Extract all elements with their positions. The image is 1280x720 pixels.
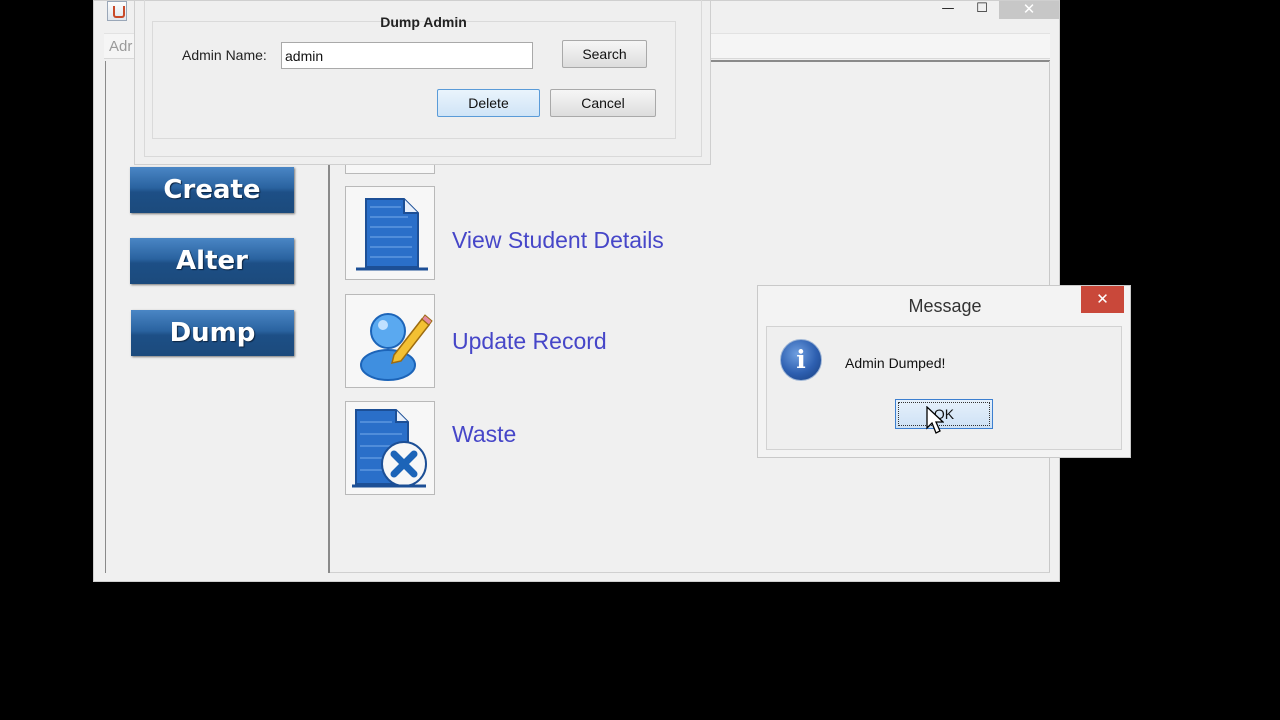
waste-link[interactable]: Waste xyxy=(452,421,516,448)
view-student-tile[interactable] xyxy=(345,186,435,280)
message-title: Message xyxy=(908,296,982,316)
search-button[interactable]: Search xyxy=(562,40,647,68)
dialog-title: Dump Admin xyxy=(380,14,467,30)
close-window-button[interactable]: ✕ xyxy=(999,1,1059,19)
update-record-link[interactable]: Update Record xyxy=(452,328,607,355)
admin-fieldset xyxy=(152,21,676,139)
maximize-button[interactable]: ☐ xyxy=(965,1,999,19)
document-delete-icon xyxy=(352,409,427,488)
dump-admin-dialog: Dump Admin Admin Name: Search Delete Can… xyxy=(134,0,711,165)
delete-button[interactable]: Delete xyxy=(437,89,540,117)
create-button[interactable]: Create xyxy=(130,167,294,213)
admin-name-input[interactable] xyxy=(281,42,533,69)
message-body xyxy=(766,326,1122,450)
close-icon[interactable]: ✕ xyxy=(1081,286,1124,313)
menu-item[interactable]: Adr xyxy=(109,38,132,55)
minimize-button[interactable]: — xyxy=(931,1,965,19)
java-app-icon xyxy=(107,1,127,21)
alter-button[interactable]: Alter xyxy=(130,238,294,284)
dump-button[interactable]: Dump xyxy=(131,310,294,356)
admin-name-label: Admin Name: xyxy=(182,47,267,63)
document-icon xyxy=(356,198,428,271)
waste-tile[interactable] xyxy=(345,401,435,495)
window-controls: — ☐ ✕ xyxy=(931,1,1059,19)
user-edit-icon xyxy=(360,313,433,381)
content-bottom-border xyxy=(330,572,1050,573)
update-record-tile[interactable] xyxy=(345,294,435,388)
mouse-cursor-icon xyxy=(926,406,944,434)
cancel-button[interactable]: Cancel xyxy=(550,89,656,117)
ok-button[interactable]: OK xyxy=(895,399,993,429)
view-student-details-link[interactable]: View Student Details xyxy=(452,227,664,254)
message-dialog: Message ✕ i Admin Dumped! OK xyxy=(757,285,1131,458)
info-icon: i xyxy=(780,339,822,381)
message-text: Admin Dumped! xyxy=(845,355,946,371)
